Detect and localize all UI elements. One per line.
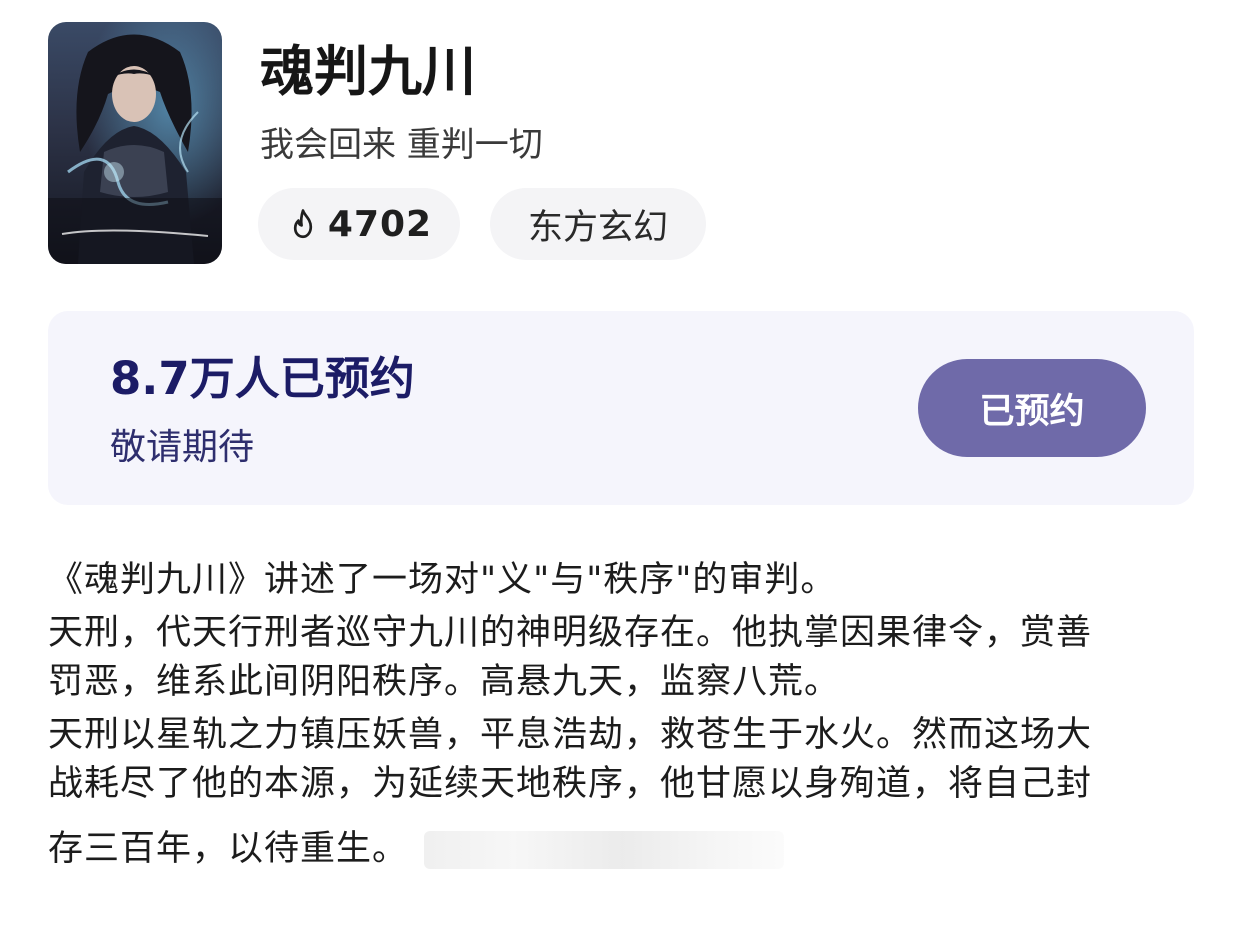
description-line-last: 存三百年，以待重生。 bbox=[48, 825, 1194, 874]
show-header: 魂判九川 我会回来 重判一切 4702 东方玄幻 bbox=[48, 22, 1194, 264]
show-title: 魂判九川 bbox=[260, 40, 476, 103]
description-line-text: 存三百年，以待重生。 bbox=[48, 829, 409, 869]
description-line: 《魂判九川》讲述了一场对"义"与"秩序"的审判。 bbox=[48, 560, 837, 600]
flame-icon bbox=[293, 209, 313, 239]
show-subtitle: 我会回来 重判一切 bbox=[260, 125, 543, 165]
description-line: 天刑以星轨之力镇压妖兽，平息浩劫，救苍生于水火。然而这场大 bbox=[48, 715, 1093, 755]
heat-count: 4702 bbox=[327, 203, 433, 245]
cover-poster-art bbox=[48, 22, 222, 264]
cover-poster[interactable] bbox=[48, 22, 222, 264]
description-line: 罚恶，维系此间阴阳秩序。高悬九天，监察八荒。 bbox=[48, 662, 841, 702]
description-line: 战耗尽了他的本源，为延续天地秩序，他甘愿以身殉道，将自己封 bbox=[48, 764, 1093, 804]
reserved-button[interactable]: 已预约 bbox=[918, 359, 1146, 457]
description-line: 天刑，代天行刑者巡守九川的神明级存在。他执掌因果律令，赏善 bbox=[48, 613, 1093, 653]
genre-tag[interactable]: 东方玄幻 bbox=[490, 188, 706, 260]
watermark-overlay bbox=[424, 830, 785, 869]
reservation-note: 敬请期待 bbox=[110, 427, 255, 468]
reservation-count: 8.7万人已预约 bbox=[110, 352, 415, 405]
show-description: 《魂判九川》讲述了一场对"义"与"秩序"的审判。 天刑，代天行刑者巡守九川的神明… bbox=[48, 556, 1194, 874]
reservation-card: 8.7万人已预约 敬请期待 已预约 bbox=[48, 311, 1194, 505]
heat-badge: 4702 bbox=[258, 188, 460, 260]
